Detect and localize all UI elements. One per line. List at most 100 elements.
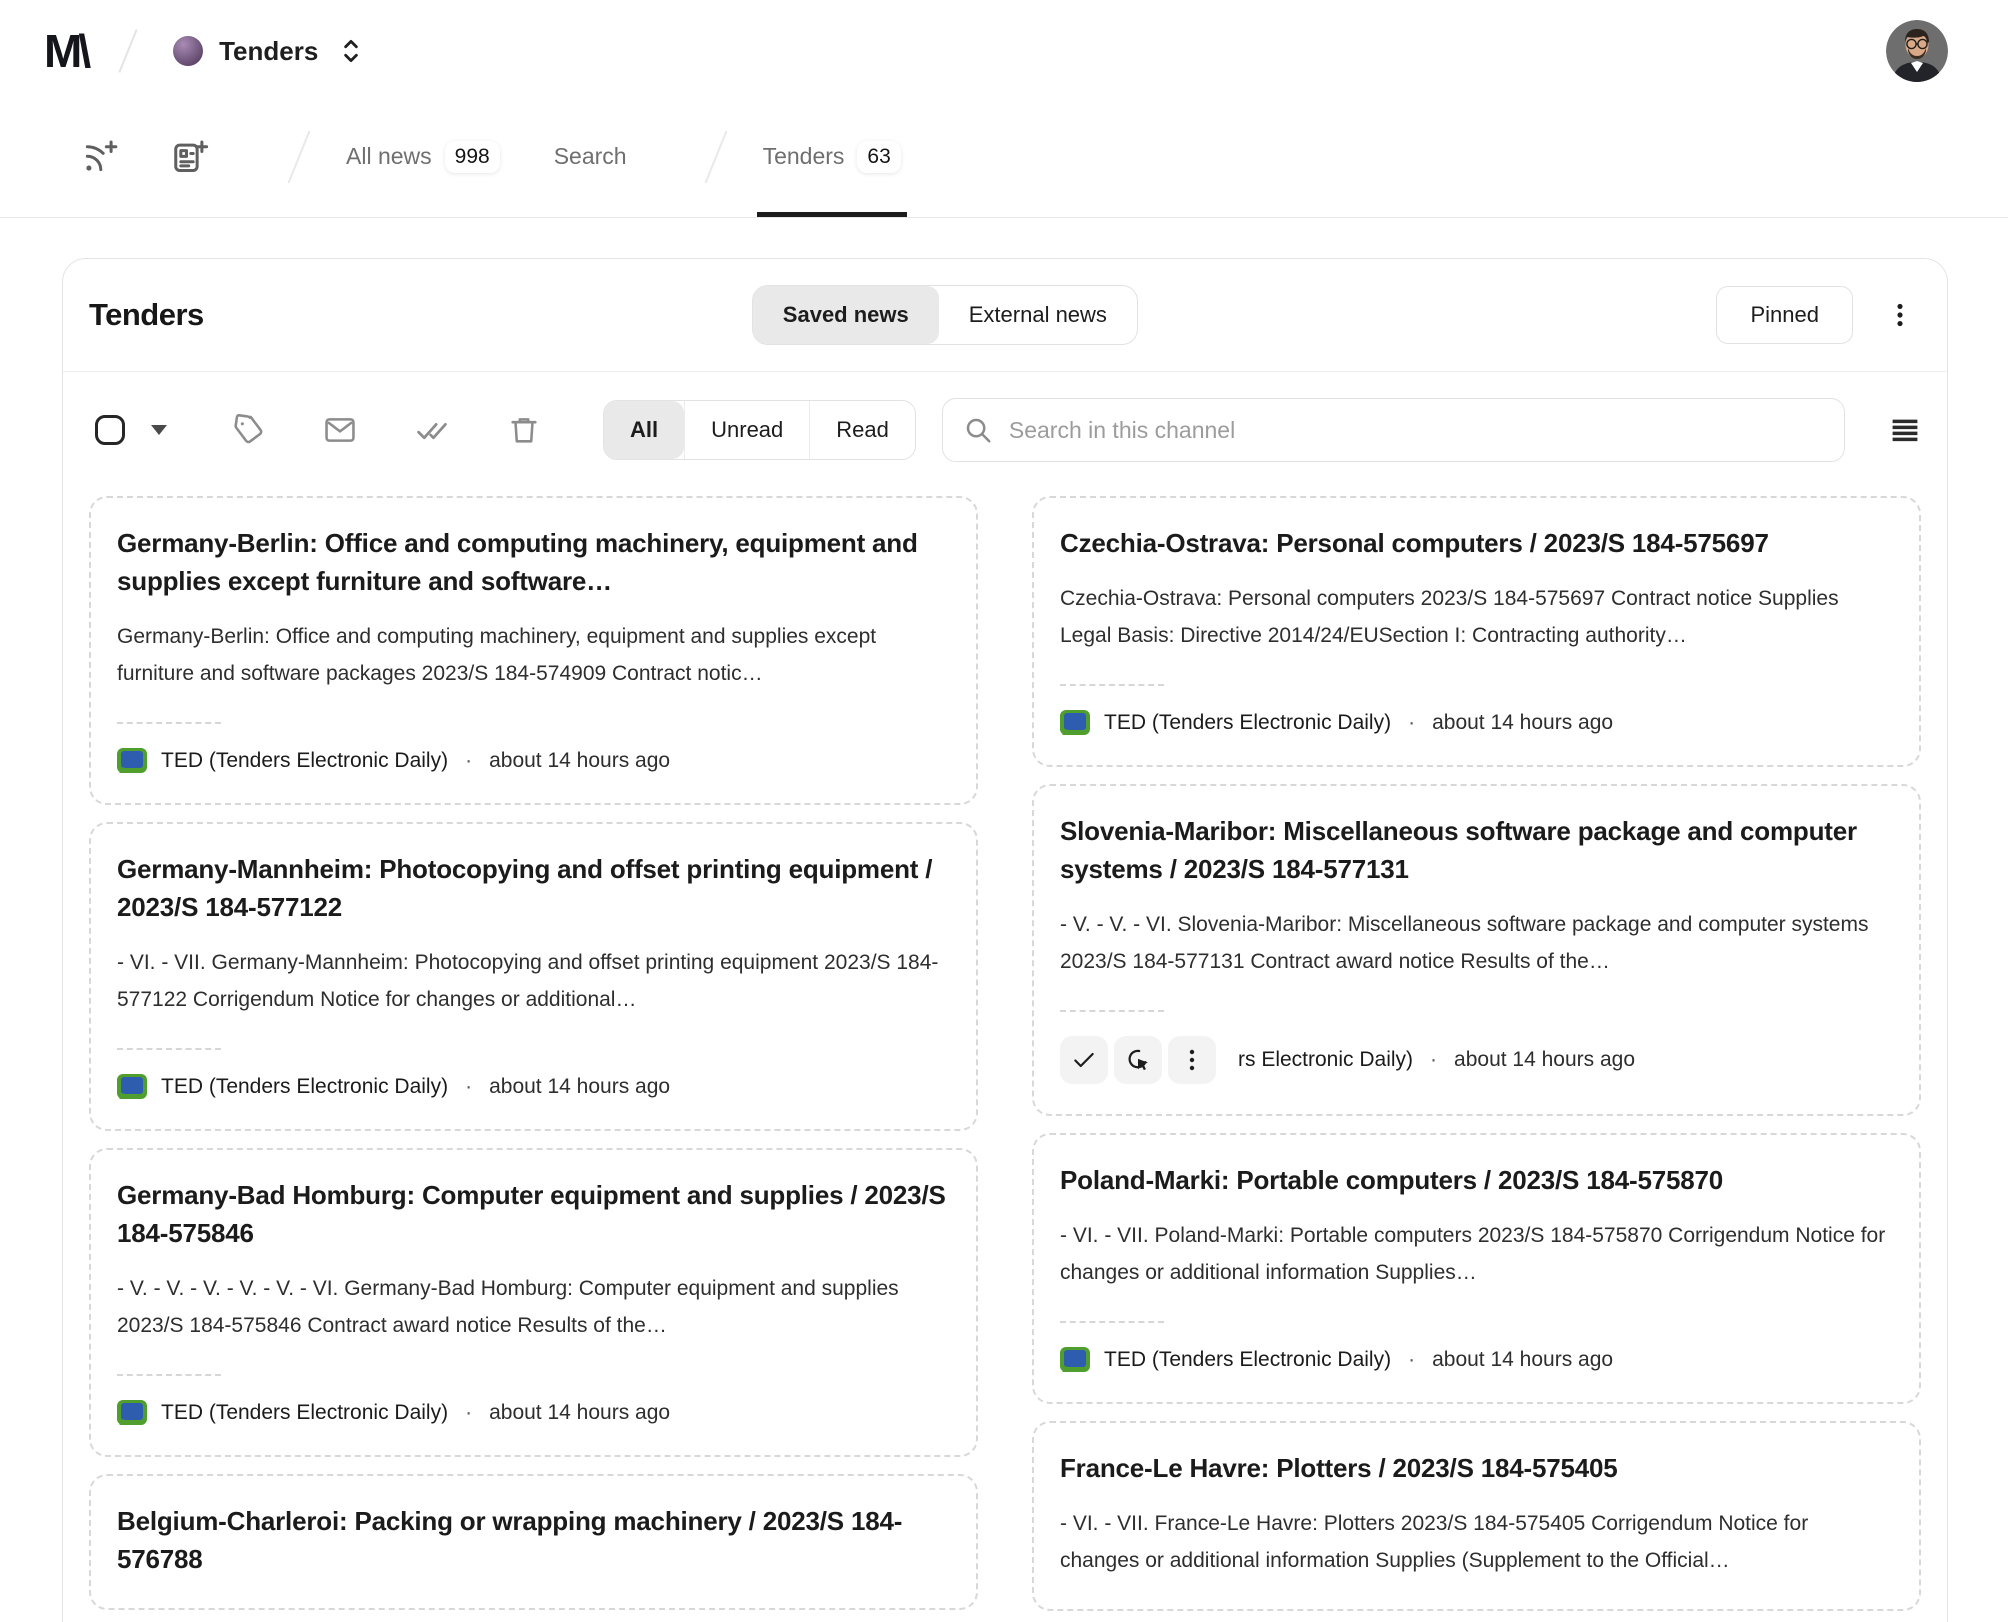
card-snippet: - VI. - VII. Germany-Mannheim: Photocopy… — [117, 951, 939, 1011]
timestamp: about 14 hours ago — [1454, 1048, 1636, 1071]
delete-button[interactable] — [507, 413, 541, 447]
meta-separator: · — [1408, 710, 1416, 734]
envelope-icon — [325, 418, 355, 442]
caret-down-icon — [151, 425, 167, 435]
kebab-icon — [1897, 303, 1903, 327]
search-input[interactable] — [1008, 416, 1824, 444]
app-logo[interactable]: M\ — [44, 24, 91, 78]
news-card[interactable]: Germany-Bad Homburg: Computer equipment … — [89, 1148, 978, 1457]
source-name[interactable]: rs Electronic Daily) — [1238, 1048, 1413, 1072]
card-title[interactable]: Belgium-Charleroi: Packing or wrapping m… — [117, 1502, 950, 1578]
ted-source-icon — [117, 1074, 147, 1099]
user-avatar[interactable] — [1886, 20, 1948, 82]
list-view-button[interactable] — [1889, 414, 1921, 446]
email-button[interactable] — [323, 413, 357, 447]
mark-read-button[interactable] — [1060, 1036, 1108, 1084]
ted-source-icon — [117, 748, 147, 773]
card-title[interactable]: Czechia-Ostrava: Personal computers / 20… — [1060, 524, 1893, 562]
list-view-icon — [1892, 419, 1918, 442]
card-snippet: Czechia-Ostrava: Personal computers 2023… — [1060, 587, 1839, 647]
card-title[interactable]: Germany-Bad Homburg: Computer equipment … — [117, 1176, 950, 1252]
main-nav: All news 998 Search Tenders 63 — [0, 96, 2008, 218]
timestamp: about 14 hours ago — [489, 748, 671, 772]
news-card[interactable]: Belgium-Charleroi: Packing or wrapping m… — [89, 1474, 978, 1610]
nav-tab-search[interactable]: Search — [548, 96, 633, 217]
timestamp: about 14 hours ago — [1432, 710, 1614, 734]
card-title[interactable]: Slovenia-Maribor: Miscellaneous software… — [1060, 812, 1893, 888]
card-snippet: - VI. - VII. France-Le Havre: Plotters 2… — [1060, 1512, 1809, 1572]
trash-icon — [511, 418, 537, 443]
channel-color-dot — [173, 36, 204, 66]
mark-all-read-button[interactable] — [415, 413, 449, 447]
card-title[interactable]: Germany-Berlin: Office and computing mac… — [117, 524, 950, 600]
panel-title: Tenders — [89, 297, 204, 332]
card-snippet: - V. - V. - V. - V. - V. - VI. Germany-B… — [117, 1277, 899, 1337]
nav-tabs: All news 998 Search Tenders 63 — [340, 96, 949, 217]
nav-tab-label: All news — [346, 143, 432, 169]
card-divider — [1060, 1321, 1164, 1323]
double-check-icon — [417, 422, 447, 440]
filter-read[interactable]: Read — [809, 401, 915, 459]
card-meta: TED (Tenders Electronic Daily) · about 14 … — [1060, 710, 1893, 735]
add-feed-button[interactable] — [78, 135, 122, 179]
open-original-button[interactable] — [1114, 1036, 1162, 1084]
card-meta: TED (Tenders Electronic Daily) · about 14 … — [117, 748, 950, 773]
card-divider — [1060, 1010, 1164, 1012]
header-more-button[interactable] — [1879, 292, 1921, 338]
source-name[interactable]: TED (Tenders Electronic Daily) — [161, 749, 448, 773]
add-news-channel-button[interactable] — [168, 135, 212, 179]
filter-all[interactable]: All — [604, 401, 685, 459]
view-toggle: Saved news External news — [751, 285, 1138, 345]
toolbar: All Unread Read — [63, 372, 1947, 462]
ted-source-icon — [1060, 1347, 1090, 1372]
news-card[interactable]: Germany-Berlin: Office and computing mac… — [89, 496, 978, 805]
card-divider — [117, 722, 221, 724]
view-toggle-external-news[interactable]: External news — [939, 286, 1137, 344]
card-title[interactable]: Germany-Mannheim: Photocopying and offse… — [117, 850, 950, 926]
more-button[interactable] — [1168, 1036, 1216, 1084]
card-divider — [117, 1374, 221, 1376]
card-meta: TED (Tenders Electronic Daily) · about 14 … — [117, 1074, 950, 1099]
card-snippet: - V. - V. - VI. Slovenia-Maribor: Miscel… — [1060, 913, 1869, 973]
pinned-button[interactable]: Pinned — [1716, 286, 1853, 344]
meta-separator: · — [465, 748, 473, 772]
channel-selector[interactable]: Tenders — [173, 36, 364, 67]
card-title[interactable]: France-Le Havre: Plotters / 2023/S 184-5… — [1060, 1449, 1893, 1487]
view-toggle-saved-news[interactable]: Saved news — [752, 286, 939, 344]
card-snippet: Germany-Berlin: Office and computing mac… — [117, 625, 877, 685]
card-meta: TED (Tenders Electronic Daily) · about 14 … — [1060, 1347, 1893, 1372]
tag-button[interactable] — [231, 413, 265, 447]
channel-panel: Tenders Saved newsExternal news Pinned — [62, 258, 1948, 1622]
meta-separator: · — [1430, 1048, 1438, 1071]
card-meta: TED (Tenders Electronic Daily) · about 14 … — [117, 1400, 950, 1425]
card-hover-actions — [1060, 1036, 1216, 1084]
news-card[interactable]: France-Le Havre: Plotters / 2023/S 184-5… — [1032, 1421, 1921, 1611]
card-divider — [1060, 684, 1164, 686]
source-name[interactable]: TED (Tenders Electronic Daily) — [161, 1075, 448, 1099]
source-name[interactable]: TED (Tenders Electronic Daily) — [1104, 711, 1391, 735]
nav-tab-count: 998 — [444, 140, 500, 173]
card-title[interactable]: Poland-Marki: Portable computers / 2023/… — [1060, 1161, 1893, 1199]
source-name[interactable]: TED (Tenders Electronic Daily) — [161, 1401, 448, 1425]
select-all-checkbox[interactable] — [95, 415, 125, 445]
news-card[interactable]: Slovenia-Maribor: Miscellaneous software… — [1032, 784, 1921, 1116]
nav-tab-label: Search — [553, 143, 627, 169]
nav-tab-count: 63 — [857, 140, 901, 173]
card-divider — [117, 1048, 221, 1050]
select-dropdown-button[interactable] — [145, 419, 173, 441]
news-card[interactable]: Germany-Mannheim: Photocopying and offse… — [89, 822, 978, 1131]
meta-separator: · — [465, 1400, 473, 1424]
tag-icon — [234, 414, 263, 444]
meta-separator: · — [1408, 1347, 1416, 1371]
nav-tab-tenders[interactable]: Tenders 63 — [756, 96, 907, 217]
source-name[interactable]: TED (Tenders Electronic Daily) — [1104, 1348, 1391, 1372]
channel-search[interactable] — [941, 398, 1845, 462]
nav-tab-all-news[interactable]: All news 998 — [340, 96, 506, 217]
news-card[interactable]: Czechia-Ostrava: Personal computers / 20… — [1032, 496, 1921, 767]
news-card[interactable]: Poland-Marki: Portable computers / 2023/… — [1032, 1133, 1921, 1404]
kebab-icon — [1189, 1049, 1195, 1071]
timestamp: about 14 hours ago — [489, 1400, 671, 1424]
filter-unread[interactable]: Unread — [684, 401, 809, 459]
nav-separator — [287, 130, 311, 183]
timestamp: about 14 hours ago — [1432, 1347, 1614, 1371]
